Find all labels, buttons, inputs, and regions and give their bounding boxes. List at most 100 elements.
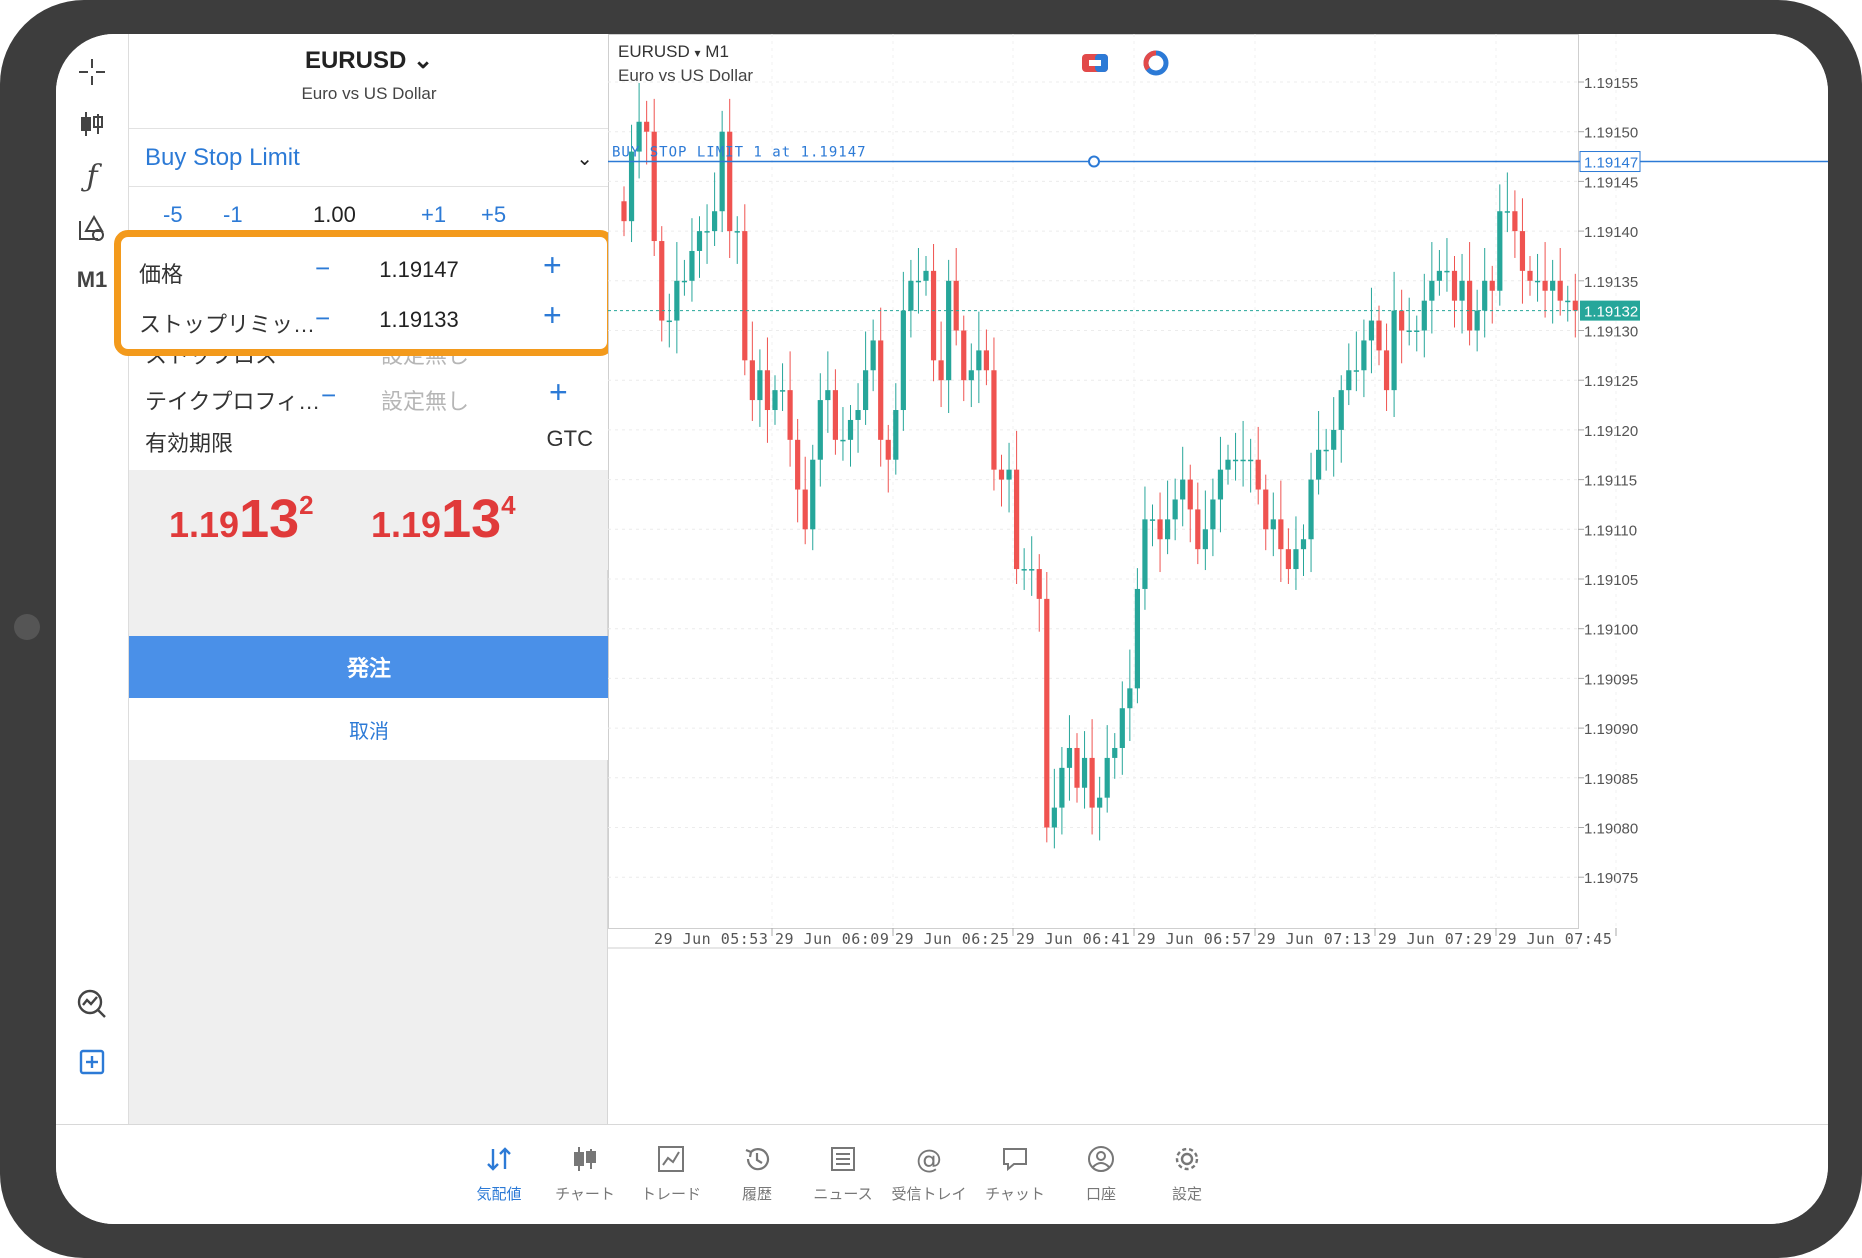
price-display: 1.19132 1.19134 bbox=[129, 470, 609, 570]
volume-minus-5[interactable]: -5 bbox=[163, 202, 183, 224]
price-label: 価格 bbox=[139, 262, 184, 287]
device-frame: ƒ M1 EURUSD ⌄ Euro vs US Dollar Buy Stop… bbox=[0, 0, 1862, 1258]
y-tick-label: 1.19135 bbox=[1584, 274, 1638, 291]
tab-label: トレード bbox=[640, 1185, 701, 1203]
tab-trade[interactable]: トレード bbox=[626, 1139, 716, 1213]
chart-canvas[interactable]: 1.19155 1.19150 1.19145 1.19140 1.19135 1.191… bbox=[608, 34, 1828, 1124]
candle bbox=[1134, 568, 1140, 704]
candle bbox=[1255, 426, 1261, 505]
new-order-icon[interactable] bbox=[64, 1038, 120, 1086]
candle bbox=[1240, 420, 1246, 487]
candle bbox=[900, 271, 906, 431]
x-tick-label: 29 Jun 07:13 bbox=[1257, 930, 1371, 948]
candle bbox=[681, 259, 687, 296]
stop-limit-plus-button[interactable]: + bbox=[543, 297, 562, 334]
candle-body bbox=[847, 419, 854, 440]
chart-type-icon[interactable] bbox=[64, 100, 120, 148]
order-panel: EURUSD ⌄ Euro vs US Dollar Buy Stop Limi… bbox=[128, 34, 609, 1124]
candle bbox=[1300, 524, 1307, 577]
order-type-select[interactable]: Buy Stop Limit ⌄ bbox=[145, 130, 593, 186]
candle-body bbox=[908, 280, 914, 311]
candle-body bbox=[621, 201, 627, 222]
volume-plus-1[interactable]: +1 bbox=[421, 202, 446, 224]
order-type-label: Buy Stop Limit bbox=[145, 144, 300, 171]
price-chart[interactable]: 1.19155 1.19150 1.19145 1.19140 1.19135 1.191… bbox=[608, 34, 1828, 1124]
analytics-icon[interactable] bbox=[64, 980, 120, 1028]
one-click-trading-icon[interactable] bbox=[1082, 54, 1108, 72]
candle-body bbox=[1081, 757, 1088, 788]
objects-icon[interactable] bbox=[64, 204, 120, 252]
candle-body bbox=[1240, 459, 1246, 462]
candle bbox=[1383, 323, 1390, 412]
candle bbox=[734, 216, 740, 264]
candle-body bbox=[757, 370, 763, 401]
candle-body bbox=[1149, 519, 1156, 521]
tab-account[interactable]: 口座 bbox=[1056, 1139, 1146, 1213]
tab-mail[interactable]: @ 受信トレイ bbox=[884, 1139, 974, 1213]
y-tick-label: 1.19120 bbox=[1584, 423, 1638, 440]
candle-body bbox=[674, 280, 680, 321]
candle-body bbox=[666, 320, 672, 323]
candle-body bbox=[1436, 270, 1442, 281]
volume-value[interactable]: 1.00 bbox=[313, 202, 356, 224]
take-profit-value[interactable]: 設定無し bbox=[345, 384, 505, 416]
candle bbox=[1459, 253, 1465, 334]
candle bbox=[621, 186, 627, 237]
candle-body bbox=[1467, 280, 1473, 331]
candle bbox=[712, 172, 718, 247]
indicator-icon[interactable]: ƒ bbox=[64, 152, 120, 200]
volume-minus-1[interactable]: -1 bbox=[223, 202, 243, 224]
candle-body bbox=[870, 340, 876, 371]
candle-body bbox=[1361, 340, 1367, 371]
take-profit-plus-button[interactable]: + bbox=[549, 374, 568, 411]
take-profit-minus-button[interactable]: − bbox=[321, 380, 336, 411]
depth-of-market-icon[interactable] bbox=[1143, 50, 1169, 76]
tab-news[interactable]: ニュース bbox=[798, 1139, 888, 1213]
stop-limit-minus-button[interactable]: − bbox=[315, 303, 330, 334]
chart-timeframe: M1 bbox=[705, 42, 729, 61]
tab-chart[interactable]: チャート bbox=[540, 1139, 630, 1213]
crosshair-icon[interactable] bbox=[64, 48, 120, 96]
symbol-selector[interactable]: EURUSD ⌄ bbox=[129, 46, 609, 75]
home-button[interactable] bbox=[14, 614, 40, 640]
candle bbox=[628, 124, 635, 243]
candle-body bbox=[1112, 747, 1118, 758]
svg-text:@: @ bbox=[916, 1145, 942, 1174]
order-line-handle[interactable] bbox=[1088, 155, 1100, 168]
candle-body bbox=[1270, 519, 1276, 530]
price-value[interactable]: 1.19147 bbox=[339, 257, 499, 283]
stop-limit-label: ストップリミッ… bbox=[139, 312, 314, 337]
ask-price: 1.19134 bbox=[371, 488, 516, 550]
divider bbox=[129, 186, 609, 187]
candle bbox=[817, 373, 823, 487]
candle bbox=[976, 311, 982, 404]
timeframe-button[interactable]: M1 bbox=[64, 256, 120, 304]
expiry-row[interactable]: 有効期限 GTC bbox=[145, 426, 593, 466]
price-plus-button[interactable]: + bbox=[543, 247, 562, 284]
tab-chat[interactable]: チャット bbox=[970, 1139, 1060, 1213]
tab-label: 履歴 bbox=[741, 1185, 772, 1203]
price-minus-button[interactable]: − bbox=[315, 253, 330, 284]
place-order-button[interactable]: 発注 bbox=[129, 636, 609, 698]
candle bbox=[779, 363, 786, 412]
account-icon bbox=[1056, 1139, 1146, 1179]
oct-center bbox=[1089, 60, 1101, 66]
cancel-button[interactable]: 取消 bbox=[129, 698, 609, 760]
candle bbox=[1331, 397, 1337, 477]
tab-label: チャート bbox=[555, 1185, 615, 1203]
tab-quotes[interactable]: 気配値 bbox=[454, 1139, 544, 1213]
candle bbox=[1406, 297, 1412, 346]
volume-plus-5[interactable]: +5 bbox=[481, 202, 506, 224]
candle-body bbox=[885, 439, 891, 460]
tab-settings[interactable]: 設定 bbox=[1142, 1139, 1232, 1213]
mail-icon: @ bbox=[884, 1139, 974, 1179]
candle bbox=[1248, 438, 1254, 493]
candle-body bbox=[1104, 757, 1110, 798]
candle-body bbox=[1497, 211, 1503, 291]
candle-body bbox=[742, 231, 748, 361]
candle-body bbox=[946, 280, 952, 381]
candle bbox=[983, 329, 989, 386]
tab-history[interactable]: 履歴 bbox=[712, 1139, 802, 1213]
y-tick-label: 1.19155 bbox=[1584, 75, 1638, 92]
stop-limit-value[interactable]: 1.19133 bbox=[339, 307, 499, 333]
